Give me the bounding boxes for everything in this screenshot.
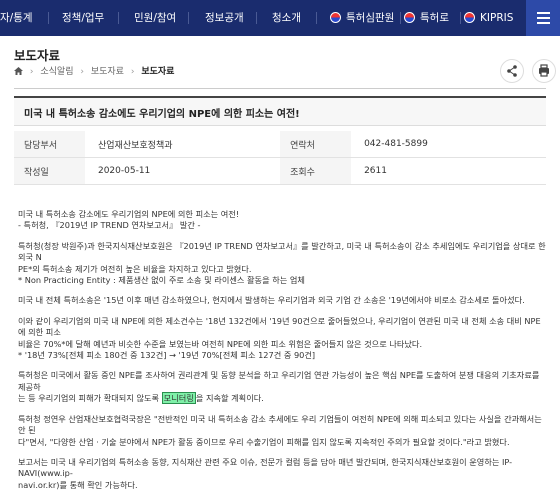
kipo-logo-icon [330, 12, 341, 23]
nav-divider [400, 12, 401, 24]
nav-divider [256, 12, 257, 24]
link-kipris-label: KIPRIS [480, 12, 514, 24]
meta-label-dept: 담당부서 [14, 131, 85, 158]
meta-value-views: 2611 [351, 157, 546, 185]
breadcrumb: › 소식알림 › 보도자료 › 보도자료 [14, 64, 174, 77]
nav-item-civil[interactable]: 민원/참여 [134, 0, 176, 36]
body-paragraph: 미국 내 전체 특허소송은 '15년 이후 매년 감소하였으나, 현지에서 발생… [18, 295, 525, 306]
top-navigation-bar: 자/통계 정책/업무 민원/참여 정보공개 청소개 특허심판원 특허로 KIPR… [0, 0, 560, 36]
meta-label-date: 작성일 [14, 157, 85, 185]
chevron-right-icon: › [130, 67, 135, 77]
table-row: 담당부서 산업재산보호정책과 연락처 042-481-5899 [14, 131, 546, 158]
print-icon [539, 64, 549, 77]
nav-divider [316, 12, 317, 24]
body-paragraph: 특허청(청장 박원주)과 한국지식재산보호원은 『2019년 IP TREND … [18, 240, 546, 286]
nav-divider [460, 12, 461, 24]
kipo-logo-icon [404, 12, 415, 23]
menu-icon [537, 12, 550, 14]
nav-item-statistics[interactable]: 자/통계 [0, 0, 33, 36]
link-kipris[interactable]: KIPRIS [464, 0, 513, 36]
nav-item-policy[interactable]: 정책/업무 [62, 0, 104, 36]
meta-value-dept: 산업재산보호정책과 [84, 131, 281, 158]
print-button[interactable] [532, 59, 556, 83]
body-paragraph: 이와 같이 우리기업의 미국 내 NPE에 의한 제소건수는 '18년 132건… [18, 315, 541, 361]
page-title: 보도자료 [14, 48, 61, 63]
meta-value-contact: 042-481-5899 [351, 131, 546, 158]
home-icon[interactable] [14, 67, 23, 75]
share-icon [507, 65, 517, 77]
link-patent-tribunal-label: 특허심판원 [346, 12, 395, 24]
meta-label-views: 조회수 [280, 157, 352, 185]
link-patent-ro[interactable]: 특허로 [404, 0, 449, 36]
nav-divider [188, 12, 189, 24]
breadcrumb-item[interactable]: 소식알림 [40, 67, 73, 77]
nav-divider [48, 12, 49, 24]
table-row: 작성일 2020-05-11 조회수 2611 [14, 157, 546, 185]
page-header: 보도자료 › 소식알림 › 보도자료 › 보도자료 [0, 36, 560, 88]
highlighted-text: 모니터링 [161, 392, 196, 405]
body-paragraph: 특허청은 미국에서 활동 중인 NPE를 조사하여 권리관계 및 동향 분석을 … [18, 370, 540, 405]
article-meta-table: 담당부서 산업재산보호정책과 연락처 042-481-5899 작성일 2020… [14, 131, 546, 185]
body-paragraph: 보고서는 미국 내 우리기업의 특허소송 동향, 지식재산 관련 주요 이슈, … [18, 456, 513, 490]
breadcrumb-item[interactable]: 보도자료 [91, 67, 124, 77]
hamburger-menu-button[interactable] [526, 0, 560, 36]
link-patent-ro-label: 특허로 [420, 12, 449, 24]
header-divider [14, 88, 546, 89]
article-body: 미국 내 특허소송 감소에도 우리기업의 NPE에 의한 피소는 여전! - 특… [18, 209, 546, 500]
link-patent-tribunal[interactable]: 특허심판원 [330, 0, 394, 36]
chevron-right-icon: › [80, 67, 84, 77]
nav-divider [118, 12, 119, 24]
body-paragraph: 특허청 정연우 산업재산보호협력국장은 "전반적인 미국 내 특허소송 감소 추… [18, 413, 542, 447]
article-title: 미국 내 특허소송 감소에도 우리기업의 NPE에 의한 피소는 여전! [24, 109, 300, 120]
article-title-bar: 미국 내 특허소송 감소에도 우리기업의 NPE에 의한 피소는 여전! [14, 96, 546, 126]
body-paragraph: 미국 내 특허소송 감소에도 우리기업의 NPE에 의한 피소는 여전! - 특… [18, 209, 240, 231]
nav-item-disclosure[interactable]: 정보공개 [205, 0, 244, 36]
meta-label-contact: 연락처 [280, 131, 352, 158]
kipo-logo-icon [464, 12, 475, 23]
nav-item-youth[interactable]: 청소개 [272, 0, 301, 36]
breadcrumb-current: 보도자료 [141, 67, 175, 77]
share-button[interactable] [500, 59, 524, 83]
meta-value-date: 2020-05-11 [84, 157, 281, 185]
chevron-right-icon: › [29, 67, 34, 77]
